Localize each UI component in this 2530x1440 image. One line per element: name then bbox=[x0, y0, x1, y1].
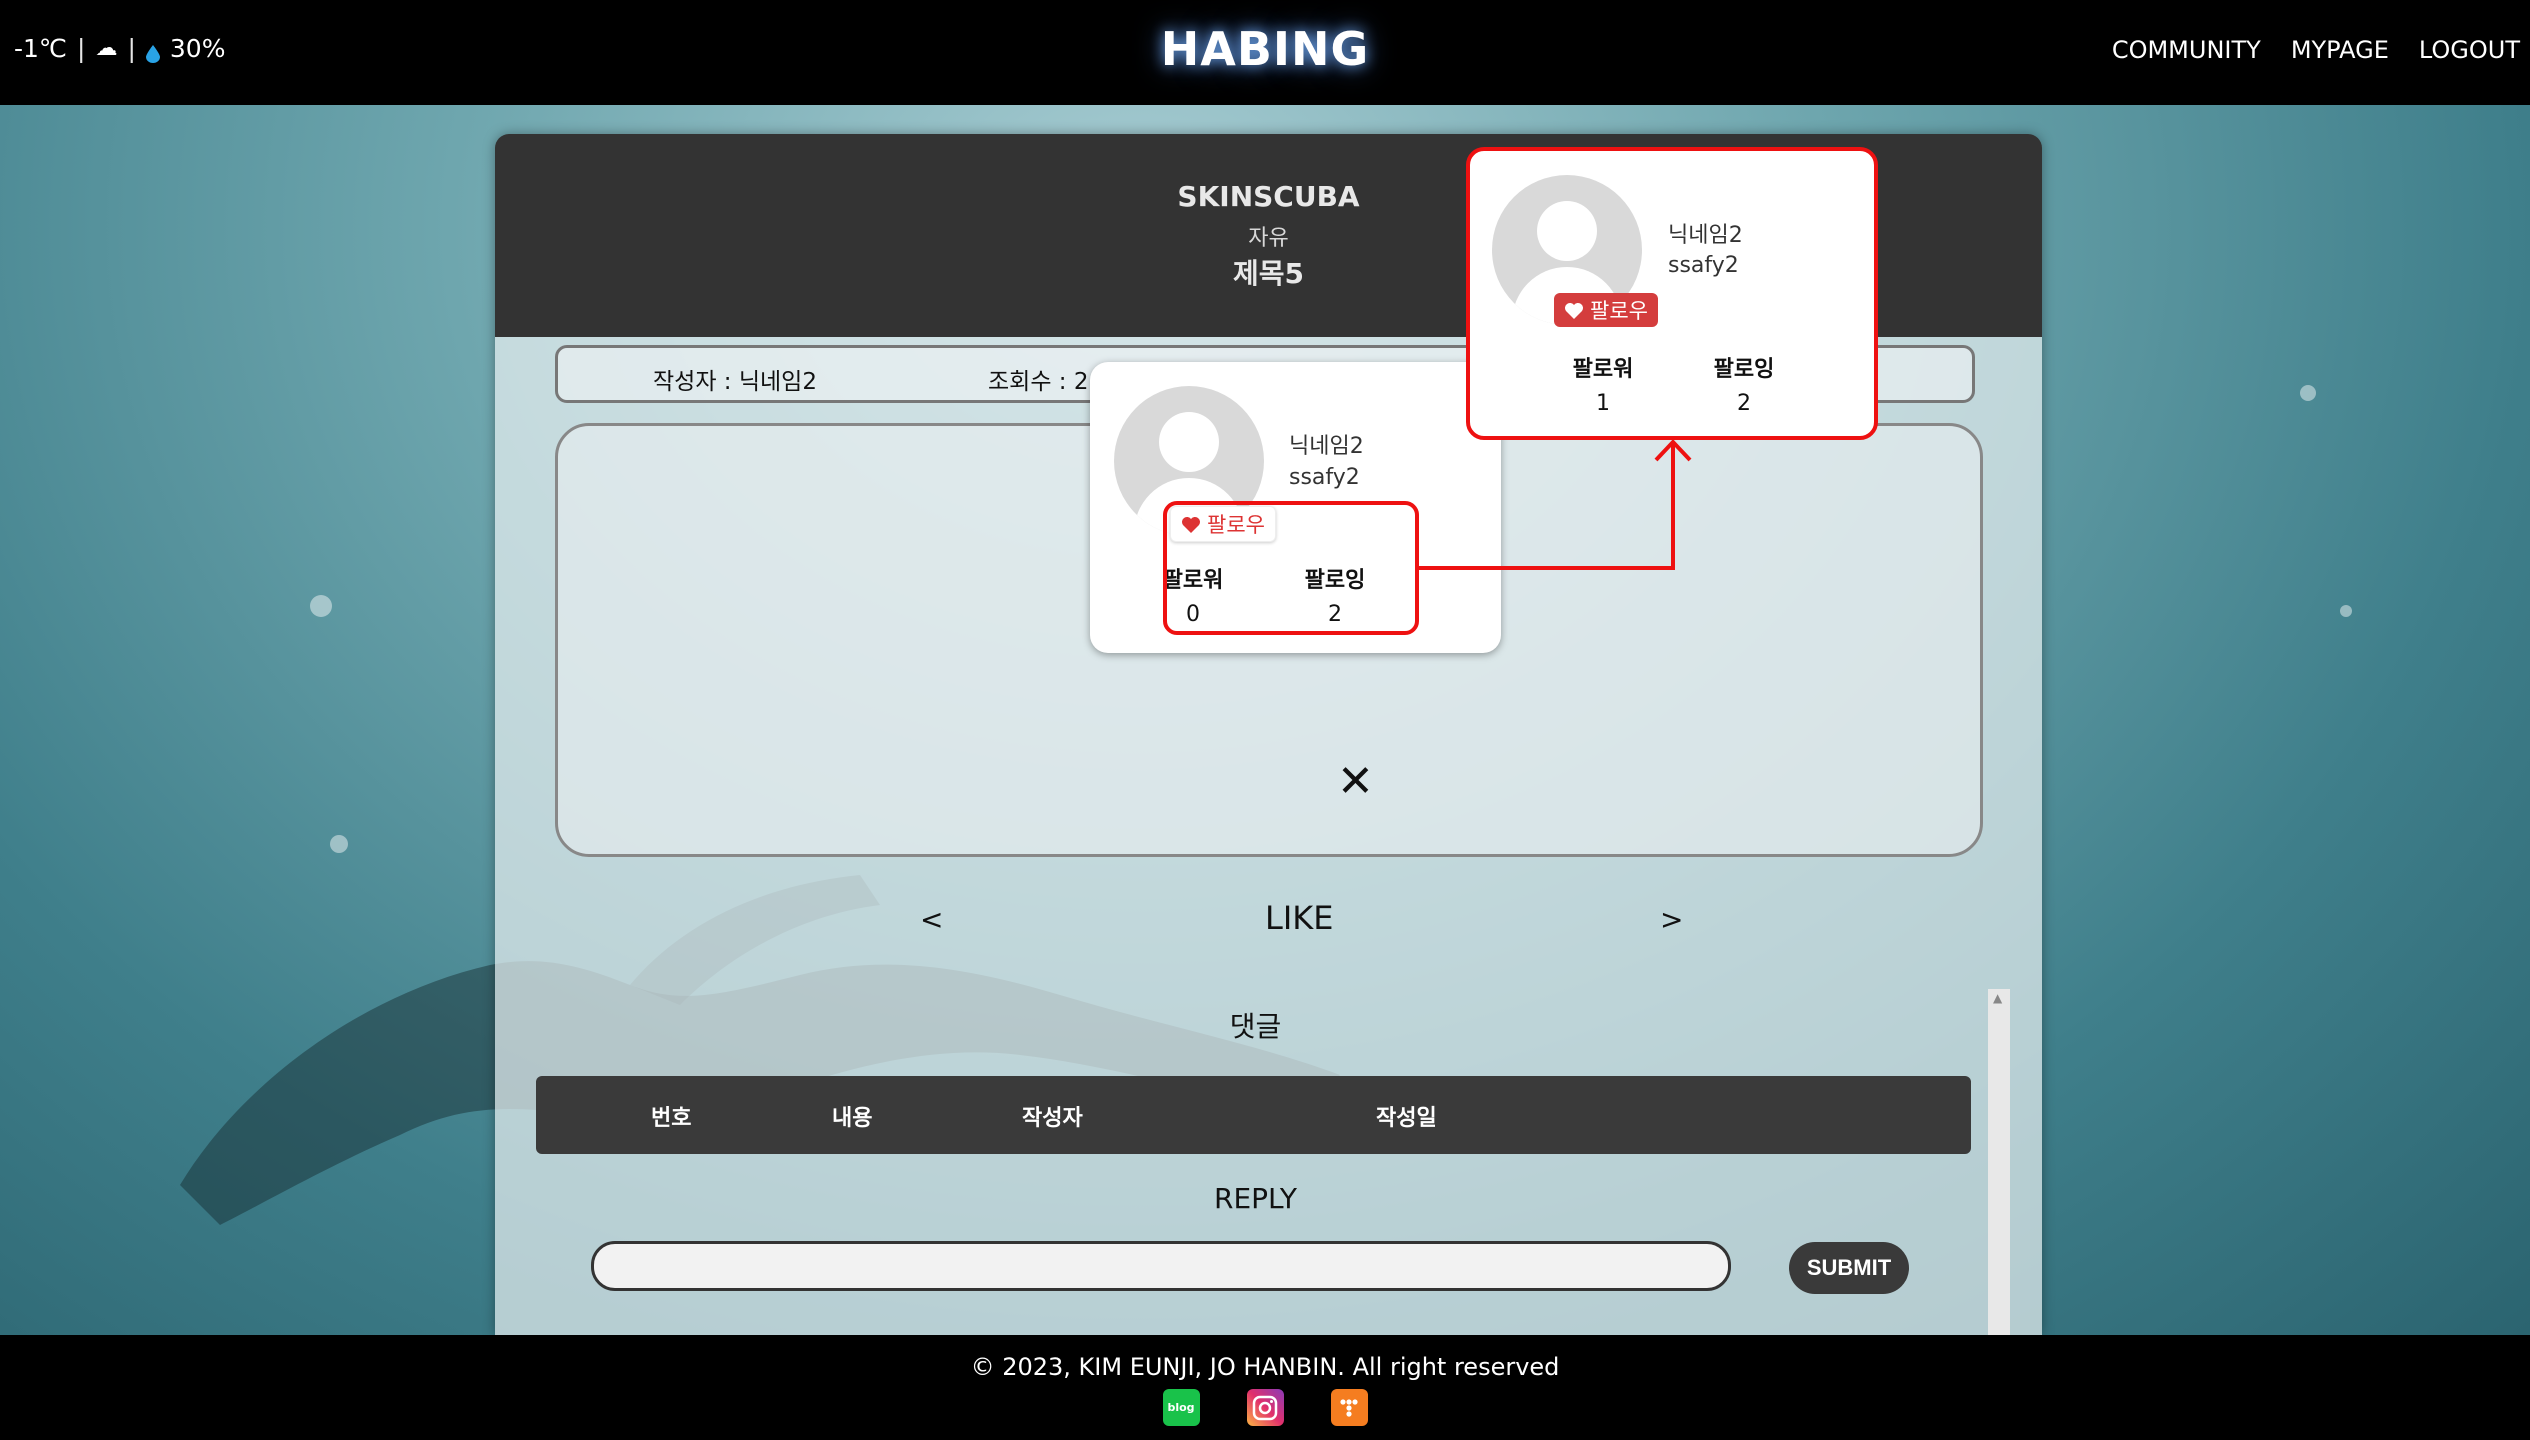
post-views: 조회수 : 2 bbox=[988, 369, 1089, 395]
nav-mypage[interactable]: MYPAGE bbox=[2291, 36, 2389, 64]
profile-user-id: ssafy2 bbox=[1289, 465, 1360, 490]
submit-button[interactable]: SUBMIT bbox=[1789, 1242, 1909, 1294]
bubble bbox=[2340, 605, 2352, 617]
instagram-icon[interactable] bbox=[1246, 1389, 1284, 1426]
bubble bbox=[330, 835, 348, 853]
blog-icon[interactable]: blog bbox=[1162, 1389, 1200, 1426]
follower-count: 1 bbox=[1596, 391, 1610, 416]
scrollbar[interactable]: ▲ bbox=[1988, 989, 2010, 1335]
following-label: 팔로잉 bbox=[1713, 357, 1775, 382]
bubble bbox=[310, 595, 332, 617]
top-navigation-bar: -1℃ | ☁ | 30% HABING COMMUNITY MYPAGE LO… bbox=[0, 0, 2530, 105]
col-author: 작성자 bbox=[1022, 1106, 1083, 1131]
follow-label: 팔로우 bbox=[1590, 299, 1648, 323]
main-nav: COMMUNITY MYPAGE LOGOUT bbox=[2112, 36, 2520, 64]
prev-button[interactable]: < bbox=[920, 903, 943, 936]
scroll-up-icon[interactable]: ▲ bbox=[1993, 991, 2002, 1005]
copyright-text: © 2023, KIM EUNJI, JO HANBIN. All right … bbox=[970, 1353, 1560, 1381]
profile-nickname: 닉네임2 bbox=[1668, 223, 1743, 248]
social-links: blog bbox=[0, 1389, 2530, 1426]
profile-user-id: ssafy2 bbox=[1668, 253, 1739, 278]
next-button[interactable]: > bbox=[1660, 903, 1683, 936]
following-stat[interactable]: 팔로잉 2 bbox=[1699, 351, 1789, 416]
heart-icon bbox=[1564, 301, 1584, 319]
comments-table-header: 번호 내용 작성자 작성일 bbox=[536, 1076, 1971, 1154]
follower-label: 팔로워 bbox=[1572, 357, 1634, 382]
bubble bbox=[2300, 385, 2316, 401]
like-button[interactable]: LIKE bbox=[1265, 899, 1333, 937]
profile-popup-after: 닉네임2 ssafy2 팔로우 팔로워 1 팔로잉 2 bbox=[1466, 147, 1878, 440]
comments-title: 댓글 bbox=[1229, 1010, 1282, 1043]
annotation-highlight-box bbox=[1163, 501, 1419, 635]
like-row: < LIKE > bbox=[495, 895, 2042, 945]
reply-title: REPLY bbox=[1213, 1182, 1297, 1215]
following-count: 2 bbox=[1737, 391, 1751, 416]
post-author[interactable]: 작성자 : 닉네임2 bbox=[653, 362, 817, 396]
close-icon[interactable]: ✕ bbox=[1337, 756, 1374, 807]
profile-nickname: 닉네임2 bbox=[1289, 434, 1364, 459]
nav-community[interactable]: COMMUNITY bbox=[2112, 36, 2261, 64]
follower-stat[interactable]: 팔로워 1 bbox=[1558, 351, 1648, 416]
col-date: 작성일 bbox=[1376, 1106, 1437, 1131]
reply-input[interactable] bbox=[591, 1241, 1731, 1291]
tistory-icon[interactable] bbox=[1330, 1389, 1368, 1426]
nav-logout[interactable]: LOGOUT bbox=[2419, 36, 2520, 64]
col-number: 번호 bbox=[651, 1106, 692, 1131]
col-content: 내용 bbox=[832, 1106, 873, 1131]
footer: © 2023, KIM EUNJI, JO HANBIN. All right … bbox=[0, 1335, 2530, 1440]
follow-button-active[interactable]: 팔로우 bbox=[1554, 293, 1658, 327]
